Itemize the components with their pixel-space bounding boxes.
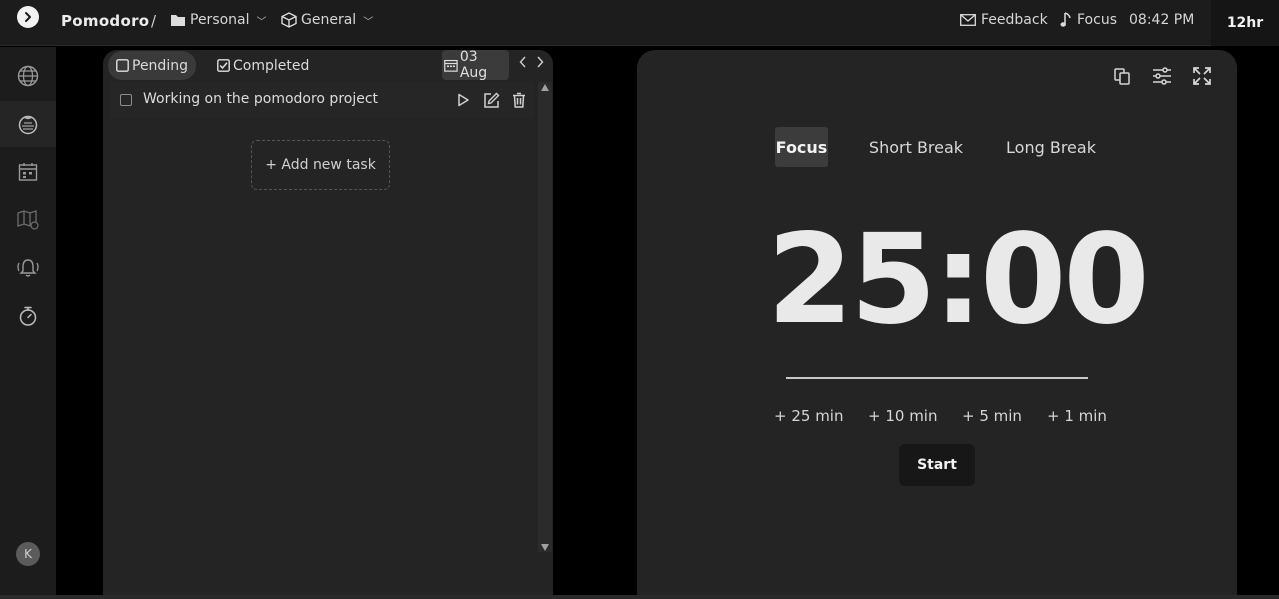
top-bar: Pomodoro / Personal ﹀ General ﹀ Feedback… xyxy=(0,0,1279,46)
sidebar-item-map[interactable] xyxy=(0,197,56,243)
sidebar-item-world[interactable] xyxy=(0,53,56,99)
focus-music-button[interactable]: Focus xyxy=(1060,12,1117,28)
task-panel: Pending Completed 03 Aug Working on the … xyxy=(103,49,553,599)
sidebar-item-alarm[interactable] xyxy=(0,245,56,291)
timer-divider xyxy=(786,377,1088,379)
map-icon xyxy=(17,210,39,230)
add-25-min-button[interactable]: + 25 min xyxy=(774,407,843,425)
time-format-toggle[interactable]: 12hr xyxy=(1211,0,1279,46)
scrollbar[interactable] xyxy=(538,82,552,552)
edit-icon[interactable] xyxy=(481,90,501,110)
add-task-button[interactable]: + Add new task xyxy=(251,140,390,190)
app-title: Pomodoro xyxy=(61,12,150,30)
calendar-icon xyxy=(18,163,38,181)
tab-completed-label: Completed xyxy=(233,57,310,74)
current-time: 08:42 PM xyxy=(1129,12,1195,28)
scroll-down-arrow-icon[interactable] xyxy=(541,544,549,551)
add-1-min-button[interactable]: + 1 min xyxy=(1047,407,1107,425)
task-checkbox[interactable] xyxy=(120,94,132,106)
calendar-icon xyxy=(444,59,458,72)
globe-icon xyxy=(17,65,39,87)
breadcrumb-separator: / xyxy=(151,12,157,30)
tab-pending[interactable]: Pending xyxy=(108,51,196,80)
alarm-icon xyxy=(17,259,39,277)
folder-icon xyxy=(171,15,185,26)
date-label: 03 Aug xyxy=(459,49,488,81)
checkbox-checked-icon xyxy=(217,59,230,72)
tab-short-break[interactable]: Short Break xyxy=(865,127,967,167)
add-5-min-button[interactable]: + 5 min xyxy=(962,407,1022,425)
start-button[interactable]: Start xyxy=(899,444,975,486)
checkbox-empty-icon xyxy=(116,59,129,72)
bottom-divider xyxy=(0,595,1279,599)
project-label: General xyxy=(301,12,357,28)
workspace-dropdown[interactable]: Personal ﹀ xyxy=(170,12,267,28)
tab-long-break[interactable]: Long Break xyxy=(1003,127,1099,167)
music-note-icon xyxy=(1060,12,1071,27)
avatar[interactable]: K xyxy=(16,542,40,566)
feedback-label: Feedback xyxy=(981,12,1048,28)
mail-icon xyxy=(960,14,976,26)
settings-sliders-icon[interactable] xyxy=(1151,65,1173,87)
sidebar-item-pomodoro[interactable] xyxy=(0,101,56,147)
trash-icon[interactable] xyxy=(509,90,529,110)
timer-panel: Focus Short Break Long Break 25:00 + 25 … xyxy=(637,50,1237,599)
focus-music-label: Focus xyxy=(1077,12,1117,28)
tab-focus[interactable]: Focus xyxy=(775,127,828,167)
stopwatch-icon xyxy=(19,306,37,326)
expand-sidebar-icon[interactable] xyxy=(17,6,39,28)
sidebar-item-calendar[interactable] xyxy=(0,149,56,195)
task-row[interactable]: Working on the pomodoro project xyxy=(110,82,534,118)
sidebar-item-stopwatch[interactable] xyxy=(0,293,56,339)
project-dropdown[interactable]: General ﹀ xyxy=(281,12,373,28)
previous-day-chevron-icon[interactable] xyxy=(519,56,527,72)
feedback-button[interactable]: Feedback xyxy=(960,12,1048,28)
copy-icon[interactable] xyxy=(1111,65,1133,87)
sidebar: K xyxy=(0,47,56,599)
tab-pending-label: Pending xyxy=(132,57,188,74)
add-10-min-button[interactable]: + 10 min xyxy=(868,407,937,425)
fullscreen-icon[interactable] xyxy=(1191,65,1213,87)
pomodoro-icon xyxy=(18,115,38,135)
workspace-label: Personal xyxy=(190,12,250,28)
date-picker-button[interactable]: 03 Aug xyxy=(442,49,509,81)
task-title: Working on the pomodoro project xyxy=(143,91,379,107)
chevron-down-icon: ﹀ xyxy=(363,16,374,28)
next-day-chevron-icon[interactable] xyxy=(536,56,544,72)
play-icon[interactable] xyxy=(453,90,473,110)
box-icon xyxy=(281,12,297,28)
chevron-down-icon: ﹀ xyxy=(256,16,267,28)
tab-completed[interactable]: Completed xyxy=(209,51,317,80)
scroll-up-arrow-icon[interactable] xyxy=(541,84,549,91)
timer-display: 25:00 xyxy=(767,208,1150,352)
